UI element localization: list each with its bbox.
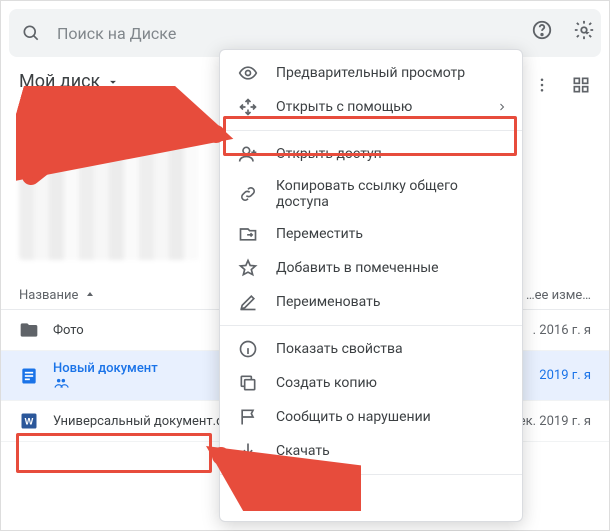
ctx-download[interactable]: Скачать: [220, 434, 522, 468]
ctx-details[interactable]: Показать свойства: [220, 332, 522, 366]
help-icon[interactable]: [531, 19, 553, 41]
person-add-icon: [238, 144, 258, 164]
download-icon: [238, 441, 258, 461]
move-icon: [238, 224, 258, 244]
col-modified[interactable]: …ее изме…: [526, 288, 591, 303]
ctx-delete[interactable]: Удалить: [220, 481, 522, 515]
eye-icon: [238, 63, 258, 83]
search-placeholder: Поиск на Диске: [57, 24, 589, 43]
open-with-icon: [238, 97, 258, 117]
ctx-copy-link[interactable]: Копировать ссылку общего доступа: [220, 171, 522, 217]
search-icon: [21, 23, 41, 43]
ctx-share[interactable]: Открыть доступ: [220, 137, 522, 171]
ctx-move[interactable]: Переместить: [220, 217, 522, 251]
ctx-report[interactable]: Сообщить о нарушении: [220, 400, 522, 434]
col-name[interactable]: Название: [19, 288, 96, 303]
ctx-copy[interactable]: Создать копию: [220, 366, 522, 400]
chevron-right-icon: [496, 101, 508, 113]
info-icon: [238, 339, 258, 359]
ctx-rename[interactable]: Переименовать: [220, 285, 522, 319]
flag-icon: [238, 407, 258, 427]
grid-view-icon[interactable]: [571, 75, 591, 95]
quick-access-thumbnail[interactable]: [19, 140, 199, 260]
breadcrumb-caret-icon[interactable]: [106, 75, 120, 89]
star-icon: [238, 258, 258, 278]
more-icon[interactable]: [533, 76, 551, 94]
svg-text:W: W: [25, 416, 34, 426]
context-menu: Предварительный просмотр Открыть с помощ…: [219, 49, 523, 522]
word-icon: W: [19, 411, 39, 431]
copy-icon: [238, 373, 258, 393]
link-icon: [238, 184, 258, 204]
ctx-open-with[interactable]: Открыть с помощью: [220, 90, 522, 124]
ctx-preview[interactable]: Предварительный просмотр: [220, 56, 522, 90]
trash-icon: [238, 488, 258, 508]
ctx-star[interactable]: Добавить в помеченные: [220, 251, 522, 285]
gdoc-icon: [19, 366, 39, 386]
folder-icon: [19, 320, 39, 340]
settings-icon[interactable]: [573, 19, 595, 41]
pencil-icon: [238, 292, 258, 312]
breadcrumb-title[interactable]: Мой диск: [19, 71, 100, 92]
